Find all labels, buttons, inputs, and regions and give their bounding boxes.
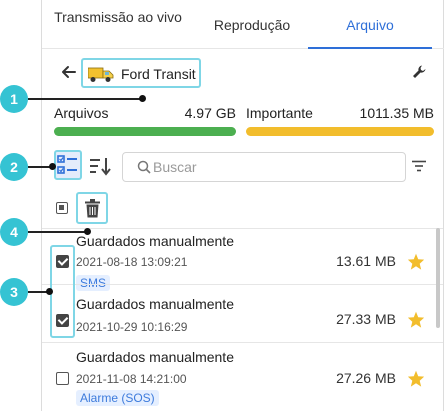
file-title: Guardados manualmente xyxy=(76,349,234,365)
file-row[interactable]: Guardados manualmente 2021-10-29 10:16:2… xyxy=(42,285,444,341)
sort-icon[interactable] xyxy=(89,156,111,176)
vehicle-header: Ford Transit xyxy=(42,49,444,97)
important-size: 1011.35 MB xyxy=(359,105,434,121)
tab-bar: Transmissão ao vivo Reprodução Arquivo xyxy=(42,0,444,49)
callout-dot xyxy=(139,95,146,102)
file-row[interactable]: Guardados manualmente 2021-11-08 14:21:0… xyxy=(42,343,444,406)
callout-2: 2 xyxy=(0,153,28,181)
callout-line xyxy=(28,98,143,100)
star-icon[interactable] xyxy=(407,311,425,328)
callout-3: 3 xyxy=(0,278,28,306)
scrollbar[interactable] xyxy=(436,228,440,328)
search-icon xyxy=(137,160,151,174)
tab-live-stream[interactable]: Transmissão ao vivo xyxy=(50,0,186,49)
important-storage: Importante 1011.35 MB xyxy=(246,100,434,140)
callout-dot xyxy=(46,288,53,295)
file-panel: Transmissão ao vivo Reprodução Arquivo F… xyxy=(41,0,444,411)
multi-select-button[interactable] xyxy=(54,150,82,180)
star-icon[interactable] xyxy=(407,370,425,387)
selected-checkboxes-highlight xyxy=(50,245,75,338)
file-size: 27.33 MB xyxy=(336,311,396,327)
file-title: Guardados manualmente xyxy=(76,233,234,249)
wrench-icon[interactable] xyxy=(411,64,427,80)
truck-icon xyxy=(88,67,114,82)
callout-dot xyxy=(49,163,56,170)
tab-archive[interactable]: Arquivo xyxy=(308,0,432,49)
star-icon[interactable] xyxy=(407,253,425,270)
vehicle-selector[interactable]: Ford Transit xyxy=(81,58,201,88)
archive-bar xyxy=(54,127,236,136)
vehicle-name: Ford Transit xyxy=(121,66,196,82)
file-timestamp: 2021-08-18 13:09:21 xyxy=(76,255,188,269)
delete-button[interactable] xyxy=(76,192,108,224)
file-size: 13.61 MB xyxy=(336,253,396,269)
file-timestamp: 2021-11-08 14:21:00 xyxy=(76,372,187,386)
file-row[interactable]: Guardados manualmente 2021-08-18 13:09:2… xyxy=(42,229,444,291)
callout-4: 4 xyxy=(0,218,28,246)
select-all-checkbox[interactable] xyxy=(56,202,68,214)
filter-icon[interactable] xyxy=(412,160,426,172)
search-input[interactable]: Buscar xyxy=(153,159,197,175)
file-tag: Alarme (SOS) xyxy=(76,390,159,406)
row-checkbox[interactable] xyxy=(56,372,69,385)
archive-label: Arquivos xyxy=(54,105,109,121)
important-bar xyxy=(246,127,434,136)
back-arrow-icon[interactable] xyxy=(59,62,79,82)
multi-select-icon xyxy=(57,155,77,174)
tab-playback[interactable]: Reprodução xyxy=(192,0,312,49)
file-timestamp: 2021-10-29 10:16:29 xyxy=(76,320,188,334)
file-title: Guardados manualmente xyxy=(76,296,234,312)
archive-size: 4.97 GB xyxy=(184,105,236,121)
callout-line xyxy=(28,231,87,233)
archive-storage: Arquivos 4.97 GB xyxy=(54,100,236,140)
important-label: Importante xyxy=(246,105,313,121)
search-box[interactable]: Buscar xyxy=(122,152,406,182)
file-size: 27.26 MB xyxy=(336,370,396,386)
trash-icon xyxy=(85,199,100,218)
callout-dot xyxy=(84,228,91,235)
callout-1: 1 xyxy=(0,85,28,113)
